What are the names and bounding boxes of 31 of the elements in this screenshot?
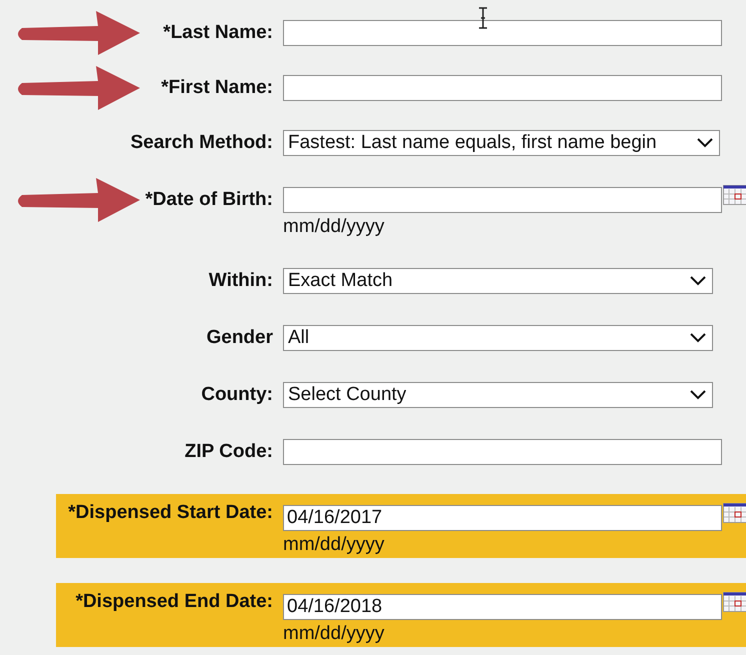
- date-field[interactable]: 04/16/2017: [283, 505, 722, 531]
- field-label: Gender: [206, 327, 273, 349]
- calendar-icon[interactable]: [723, 592, 746, 612]
- field-label: Search Method:: [130, 132, 273, 154]
- date-format-hint: mm/dd/yyyy: [283, 534, 386, 556]
- field-label: *First Name:: [161, 77, 273, 99]
- field-label: County:: [201, 384, 273, 406]
- date-format-hint: mm/dd/yyyy: [283, 623, 386, 645]
- chevron-down-icon: [690, 276, 706, 286]
- chevron-down-icon: [690, 390, 706, 400]
- field-label: ZIP Code:: [184, 441, 273, 463]
- calendar-icon[interactable]: [723, 185, 746, 205]
- date-field[interactable]: 04/16/2018: [283, 594, 722, 620]
- text-field[interactable]: [283, 20, 722, 46]
- select-dropdown[interactable]: All: [283, 325, 713, 351]
- field-label: Within:: [208, 270, 273, 292]
- calendar-icon[interactable]: [723, 503, 746, 523]
- select-dropdown[interactable]: Exact Match: [283, 268, 713, 294]
- text-field[interactable]: [283, 439, 722, 465]
- field-label: *Dispensed End Date:: [76, 591, 273, 613]
- select-dropdown[interactable]: Fastest: Last name equals, first name begin: [283, 130, 720, 156]
- text-cursor-icon: [478, 7, 488, 29]
- text-field[interactable]: [283, 75, 722, 101]
- date-format-hint: mm/dd/yyyy: [283, 216, 386, 238]
- select-dropdown[interactable]: Select County: [283, 382, 713, 408]
- chevron-down-icon: [697, 138, 713, 148]
- field-label: *Date of Birth:: [145, 189, 273, 211]
- date-field[interactable]: [283, 187, 722, 213]
- field-label: *Last Name:: [163, 22, 273, 44]
- chevron-down-icon: [690, 333, 706, 343]
- field-label: *Dispensed Start Date:: [68, 502, 273, 524]
